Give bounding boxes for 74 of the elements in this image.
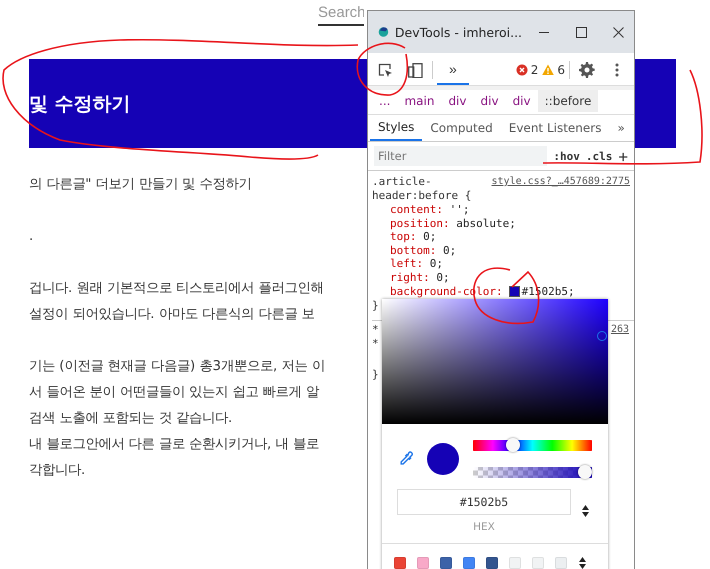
css-selector: .article-header:before {	[372, 175, 472, 203]
panel-tab[interactable]: Styles	[370, 115, 422, 141]
hover-state-button[interactable]: :hov	[553, 150, 580, 162]
new-rule-button[interactable]: +	[618, 146, 628, 166]
body-text-line: 검색 노출에 포함되는 것 같습니다.	[29, 410, 232, 428]
css-value: '';	[450, 203, 470, 217]
closing-brace: }	[372, 298, 379, 314]
css-value: 0;	[430, 257, 443, 271]
color-gradient-area[interactable]	[382, 299, 608, 424]
class-button[interactable]: .cls	[586, 150, 612, 162]
body-text-line: 각합니다.	[29, 462, 86, 480]
css-property: top:	[390, 230, 416, 244]
breadcrumb[interactable]: div	[441, 90, 474, 112]
slider-thumb[interactable]	[578, 465, 592, 479]
body-text-line: 기는 (이전글 현재글 다음글) 총3개뿐으로, 저는 이	[29, 358, 325, 376]
body-text-line: 설정이 되어있습니다. 아마도 다른식의 다른글 보	[29, 306, 315, 324]
error-count: 2	[530, 63, 538, 77]
settings-icon	[579, 62, 595, 78]
body-text-line: 의 다른글" 더보기 만들기 및 수정하기	[29, 176, 252, 194]
kebab-menu-icon	[615, 63, 619, 77]
palette-swatch[interactable]	[532, 557, 544, 569]
palette-swatch[interactable]	[555, 557, 567, 569]
breadcrumb[interactable]: div	[474, 90, 506, 112]
css-value: 0;	[423, 230, 436, 244]
body-text-line: 내 블로그안에서 다른 글로 순환시키거나, 내 블로	[29, 436, 319, 454]
format-toggle-icon[interactable]	[581, 504, 590, 518]
window-title: DevTools - imheroi...	[394, 24, 522, 40]
css-value: absolute;	[456, 216, 516, 230]
palette-swatch[interactable]	[463, 557, 475, 569]
maximize-icon	[576, 26, 587, 38]
body-text-line: .	[29, 228, 34, 246]
format-label: HEX	[473, 521, 495, 533]
hue-slider[interactable]	[473, 438, 592, 452]
breadcrumb[interactable]: ...	[372, 90, 398, 112]
css-property: bottom:	[390, 244, 436, 258]
panel-tab[interactable]: Event Listeners	[500, 115, 610, 141]
alpha-slider[interactable]	[473, 465, 592, 479]
warning-icon	[542, 64, 554, 76]
breadcrumb[interactable]: main	[397, 90, 442, 112]
device-icon	[408, 62, 422, 78]
hex-field[interactable]: #1502b5	[397, 489, 571, 515]
panel-tab[interactable]: »	[609, 115, 633, 141]
palette-swatch[interactable]	[509, 557, 521, 569]
error-icon	[516, 64, 528, 76]
slider-thumb[interactable]	[506, 438, 520, 452]
closing-brace: }	[372, 367, 379, 384]
palette-swatch[interactable]	[440, 557, 452, 569]
breadcrumb[interactable]: div	[506, 90, 538, 112]
warning-count: 6	[557, 63, 565, 77]
css-value: 0;	[442, 244, 456, 258]
eyedropper-icon[interactable]	[398, 451, 413, 466]
css-property: content:	[390, 203, 443, 217]
cursor-select-icon	[378, 62, 392, 78]
body-text-line: 서 들어온 분이 어떤글들이 있는지 쉽고 빠르게 알	[29, 384, 319, 402]
palette-toggle-icon[interactable]	[578, 556, 587, 569]
palette-swatch[interactable]	[417, 557, 429, 569]
source-link[interactable]: style.css?_…457689:2775	[492, 175, 630, 203]
css-property: right:	[390, 270, 430, 285]
banner-title: 및 수정하기	[29, 92, 131, 116]
color-swatch[interactable]	[508, 286, 520, 297]
css-property: position:	[390, 216, 450, 230]
css-selector: *	[372, 337, 379, 352]
css-selector: *	[372, 323, 379, 338]
source-link[interactable]: 263	[610, 323, 630, 338]
palette-swatch[interactable]	[486, 557, 498, 569]
css-property: left:	[390, 257, 424, 271]
filter-field[interactable]: Filter	[374, 146, 548, 166]
close-icon	[612, 26, 624, 38]
gradient-handle[interactable]	[597, 331, 607, 341]
body-text-line: 겁니다. 원래 기본적으로 티스토리에서 플러그인해	[29, 280, 324, 298]
css-value: 0;	[436, 270, 450, 285]
palette-swatch[interactable]	[394, 557, 406, 569]
panel-tab[interactable]: Computed	[422, 115, 501, 141]
breadcrumb[interactable]: ::before	[538, 90, 598, 112]
